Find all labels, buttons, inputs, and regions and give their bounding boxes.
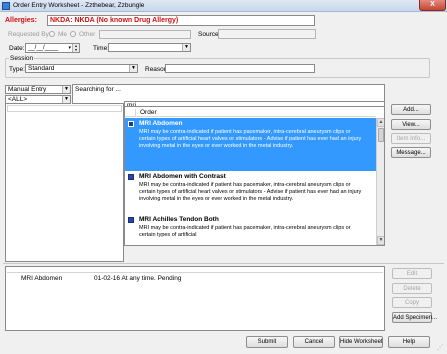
chevron-down-icon: ▼	[62, 86, 70, 93]
edit-button[interactable]: Edit	[392, 268, 432, 279]
requested-by-field[interactable]	[99, 30, 191, 39]
order-item-mri-abdomen-contrast[interactable]: MRI Abdomen with Contrast MRI may be con…	[125, 171, 376, 216]
submit-button[interactable]: Submit	[246, 336, 288, 348]
source-field[interactable]	[218, 29, 316, 39]
date-input[interactable]: __/__/____ ▾ ▴ ▾	[25, 43, 80, 53]
session-reason-field[interactable]	[165, 64, 315, 73]
date-label: Date:	[9, 45, 25, 52]
date-picker-icon[interactable]: ▾	[68, 45, 71, 51]
worksheet-list-header	[7, 268, 383, 273]
cancel-button[interactable]: Cancel	[293, 336, 335, 348]
order-list-header-icon-col	[128, 109, 136, 116]
searching-for-label: Searching for ...	[75, 86, 121, 93]
folder-tree-pane[interactable]	[5, 104, 124, 262]
add-specimen-button[interactable]: Add Specimen...	[392, 312, 437, 323]
app-icon	[2, 2, 10, 10]
scroll-down-icon[interactable]: ▼	[377, 236, 384, 245]
hide-worksheet-button[interactable]: Hide Worksheet	[339, 336, 383, 348]
order-item-mri-abdomen[interactable]: MRI Abdomen MRI may be contra-indicated …	[125, 118, 376, 171]
order-item-title: MRI Achilles Tendon Both	[139, 216, 219, 223]
pane-splitter[interactable]	[3, 263, 444, 264]
session-type-dropdown[interactable]: Standard ▼	[25, 64, 138, 73]
order-item-description: MRI may be contra-indicated if patient h…	[139, 182, 362, 202]
time-label: Time:	[93, 45, 110, 52]
order-item-description: MRI may be contra-indicated if patient h…	[139, 225, 351, 238]
time-dropdown[interactable]: ▼	[108, 43, 191, 52]
order-item-icon	[128, 121, 134, 127]
window-title: Order Entry Worksheet - Zzthebear, Zzbun…	[13, 2, 145, 9]
worksheet-row-details: 01-02-16 At any time. Pending	[94, 275, 182, 282]
order-list-scrollbar[interactable]: ▲ ▼	[376, 118, 384, 245]
order-item-mri-achilles-tendon[interactable]: MRI Achilles Tendon Both MRI may be cont…	[125, 214, 376, 245]
entry-mode-dropdown[interactable]: Manual Entry ▼	[5, 85, 71, 94]
item-info-button[interactable]: Item Info...	[391, 133, 431, 144]
order-item-title: MRI Abdomen	[139, 120, 183, 127]
scroll-thumb[interactable]	[378, 128, 384, 142]
requested-by-other-label: Other	[79, 31, 96, 38]
chevron-down-icon: ▼	[129, 65, 137, 72]
category-filter-dropdown[interactable]: <ALL> ▼	[5, 95, 71, 104]
copy-button[interactable]: Copy	[392, 297, 432, 308]
order-item-icon	[128, 174, 134, 180]
entry-mode-value: Manual Entry	[8, 86, 47, 93]
order-item-description: MRI may be contra-indicated if patient h…	[139, 129, 362, 149]
allergies-field: NKDA: NKDA (No known Drug Allergy)	[47, 15, 315, 26]
requested-by-me-radio[interactable]	[49, 31, 55, 37]
resize-grip-icon[interactable]: ⋰	[437, 344, 445, 352]
message-button[interactable]: Message...	[391, 147, 431, 158]
session-group-label: Session	[9, 55, 35, 62]
order-item-icon	[128, 217, 134, 223]
date-value: __/__/____	[28, 45, 59, 51]
session-type-label: Type:	[9, 66, 25, 73]
allergies-label: Allergies:	[5, 17, 37, 24]
order-list[interactable]: Order MRI Abdomen MRI may be contra-indi…	[124, 106, 385, 246]
help-button[interactable]: Help	[388, 336, 430, 348]
worksheet-list[interactable]: MRI Abdomen 01-02-16 At any time. Pendin…	[5, 266, 385, 331]
session-type-value: Standard	[28, 65, 55, 72]
category-filter-value: <ALL>	[8, 96, 28, 103]
chevron-down-icon: ▼	[182, 44, 190, 51]
order-list-header: Order	[125, 109, 376, 117]
window-close-button[interactable]: X	[419, 0, 446, 11]
worksheet-row[interactable]: MRI Abdomen 01-02-16 At any time. Pendin…	[7, 274, 383, 283]
delete-button[interactable]: Delete	[392, 283, 432, 294]
worksheet-row-order: MRI Abdomen	[21, 275, 63, 282]
view-button[interactable]: View...	[391, 119, 431, 130]
folder-tree-header	[7, 105, 122, 112]
date-spinner[interactable]: ▴ ▾	[72, 44, 79, 52]
order-item-title: MRI Abdomen with Contrast	[139, 173, 226, 180]
requested-by-label: Requested By:	[8, 31, 51, 38]
requested-by-me-label: Me	[58, 31, 68, 38]
chevron-down-icon: ▼	[62, 96, 70, 103]
add-button[interactable]: Add...	[391, 104, 431, 115]
requested-by-other-radio[interactable]	[70, 31, 76, 37]
scroll-up-icon[interactable]: ▲	[377, 118, 384, 127]
order-list-header-label: Order	[140, 109, 157, 116]
